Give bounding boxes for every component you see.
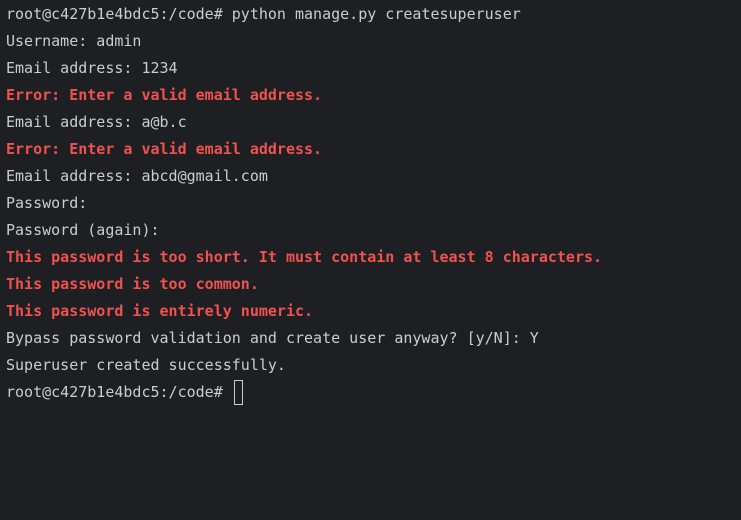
terminal-line-email: Email address: 1234: [6, 59, 178, 77]
terminal-line-password-again: Password (again):: [6, 221, 160, 239]
terminal-line-email: Email address: abcd@gmail.com: [6, 167, 268, 185]
terminal-line-username: Username: admin: [6, 32, 142, 50]
terminal-line-success: Superuser created successfully.: [6, 356, 286, 374]
terminal-line-error: Error: Enter a valid email address.: [6, 140, 323, 158]
terminal-line-error: This password is too common.: [6, 275, 259, 293]
terminal-line-error: This password is entirely numeric.: [6, 302, 314, 320]
terminal-prompt-line[interactable]: root@c427b1e4bdc5:/code#: [6, 380, 741, 408]
terminal-line-error: This password is too short. It must cont…: [6, 248, 603, 266]
terminal-line-bypass-prompt: Bypass password validation and create us…: [6, 329, 539, 347]
terminal-window[interactable]: root@c427b1e4bdc5:/code# python manage.p…: [0, 0, 741, 520]
terminal-line-password: Password:: [6, 194, 88, 212]
terminal-line-command: root@c427b1e4bdc5:/code# python manage.p…: [6, 5, 521, 23]
terminal-prompt: root@c427b1e4bdc5:/code#: [6, 383, 232, 401]
text-cursor: [233, 380, 243, 405]
terminal-line-email: Email address: a@b.c: [6, 113, 187, 131]
terminal-line-error: Error: Enter a valid email address.: [6, 86, 323, 104]
